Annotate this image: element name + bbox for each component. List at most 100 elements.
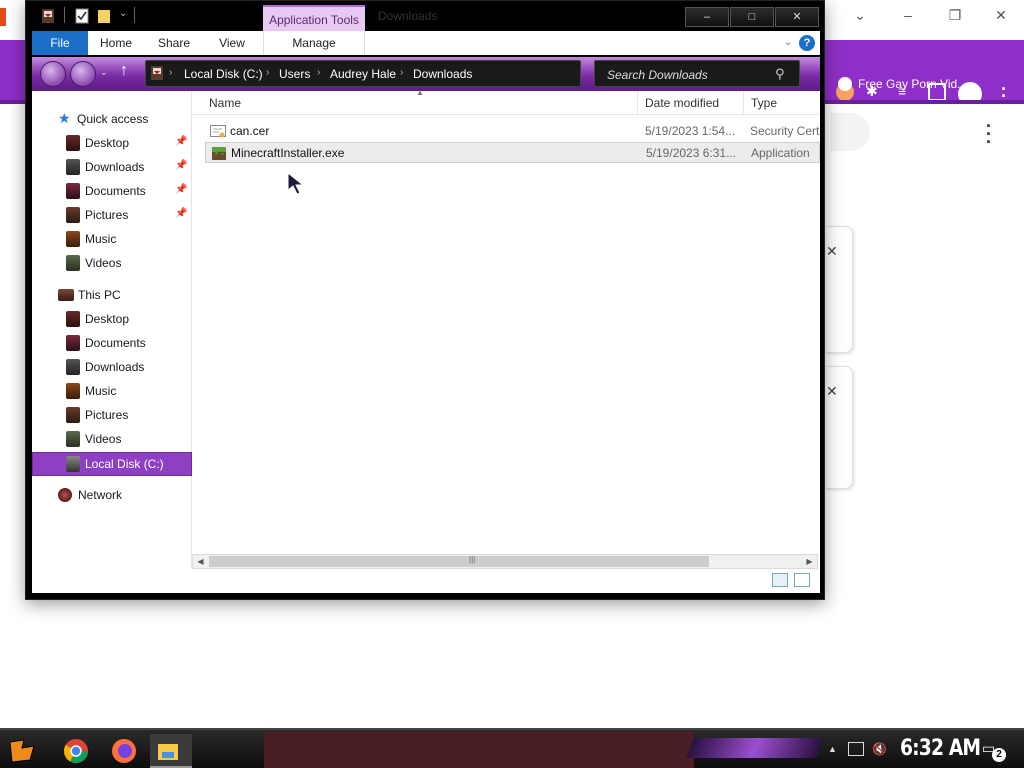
column-header-name[interactable]: Name	[202, 91, 638, 115]
path-segment[interactable]: Local Disk (C:)	[184, 67, 263, 81]
bookmark-label: Free Gay Porn Vid...	[858, 77, 968, 91]
grip-icon: |||	[469, 555, 476, 564]
nav-pc-downloads[interactable]: Downloads	[32, 356, 192, 378]
browser-restore-button[interactable]: ❐	[940, 4, 970, 26]
file-name: MinecraftInstaller.exe	[231, 146, 345, 160]
file-row-selected[interactable]: MinecraftInstaller.exe 5/19/2023 6:31...…	[205, 142, 820, 163]
search-icon[interactable]: ⚲	[775, 66, 785, 82]
nav-quick-pictures[interactable]: Pictures 📌	[32, 204, 192, 226]
file-row[interactable]: can.cer 5/19/2023 1:54... Security Certi…	[205, 121, 820, 142]
page-menu-icon[interactable]: · · ·	[986, 117, 992, 151]
address-bar[interactable]: › Local Disk (C:) › Users › Audrey Hale …	[145, 60, 581, 87]
desktop-icon	[66, 311, 80, 327]
notification-center-button[interactable]: ▭ 2	[982, 740, 1006, 762]
nav-network[interactable]: Network	[32, 484, 192, 506]
chrome-taskbar-button[interactable]	[58, 734, 94, 768]
drive-icon	[66, 456, 80, 472]
scroll-right-icon[interactable]: ▶	[802, 555, 817, 568]
path-segment[interactable]: Audrey Hale	[330, 67, 396, 81]
tab-file[interactable]: File	[32, 31, 88, 55]
qat-customize-icon[interactable]: ⌄	[119, 8, 127, 19]
network-icon	[58, 488, 72, 502]
nav-local-disk[interactable]: Local Disk (C:)	[32, 452, 192, 476]
nav-label: Local Disk (C:)	[85, 457, 164, 471]
close-button[interactable]: ✕	[775, 7, 819, 27]
browser-tab-edge[interactable]	[0, 8, 6, 26]
browser-tab-dropdown-icon[interactable]: ⌄	[845, 4, 875, 26]
minecraft-icon	[212, 147, 226, 160]
file-list: ▲ Name Date modified Type can.cer 5/19/2…	[192, 88, 820, 569]
scroll-left-icon[interactable]: ◀	[193, 555, 208, 568]
nav-this-pc[interactable]: This PC	[32, 284, 192, 306]
nav-quick-desktop[interactable]: Desktop 📌	[32, 132, 192, 154]
tab-view[interactable]: View	[212, 31, 252, 55]
properties-icon[interactable]	[75, 8, 89, 24]
nav-label: Downloads	[85, 360, 145, 374]
nav-label: Pictures	[85, 208, 129, 222]
bookmark-item[interactable]: Free Gay Porn Vid...	[838, 77, 967, 91]
new-folder-icon[interactable]	[97, 8, 111, 24]
pin-icon[interactable]: 📌	[175, 184, 187, 195]
up-arrow-icon[interactable]: ↑	[120, 62, 128, 80]
nav-quick-videos[interactable]: Videos	[32, 252, 192, 274]
file-explorer-taskbar-button[interactable]	[150, 734, 192, 768]
nav-label: This PC	[78, 288, 121, 302]
path-separator-icon: ›	[266, 67, 270, 78]
volume-muted-icon[interactable]: 🔇	[872, 742, 888, 756]
column-header-date[interactable]: Date modified	[638, 91, 744, 115]
nav-label: Music	[85, 384, 117, 398]
back-button[interactable]	[40, 61, 66, 87]
page-search-box[interactable]	[830, 113, 870, 151]
details-view-icon[interactable]	[772, 573, 788, 587]
pin-icon[interactable]: 📌	[175, 208, 187, 219]
nav-pc-music[interactable]: Music	[32, 380, 192, 402]
nav-pc-videos[interactable]: Videos	[32, 428, 192, 450]
nav-quick-downloads[interactable]: Downloads 📌	[32, 156, 192, 178]
taskbar: ▲ 🔇 6:32 AM ▭ 2	[0, 728, 1024, 768]
file-date: 5/19/2023 1:54...	[645, 124, 736, 138]
browser-minimize-button[interactable]: –	[893, 4, 923, 26]
scrollbar-thumb[interactable]: |||	[209, 555, 709, 567]
file-name: can.cer	[230, 124, 270, 138]
browser-close-button[interactable]: ✕	[986, 4, 1016, 26]
tab-manage[interactable]: Manage	[263, 31, 365, 55]
nav-pc-desktop[interactable]: Desktop	[32, 308, 192, 330]
minimize-button[interactable]: –	[685, 7, 729, 27]
navigation-bar: ⌄ ↑ › Local Disk (C:) › Users › Audrey H…	[32, 57, 820, 91]
nav-quick-access[interactable]: ★ Quick access	[32, 108, 192, 130]
nav-label: Quick access	[77, 112, 149, 126]
search-box[interactable]: Search Downloads ⚲	[594, 60, 800, 87]
forward-button[interactable]	[70, 61, 96, 87]
start-button[interactable]	[4, 734, 40, 768]
window-titlebar[interactable]: ⌄ Application Tools Downloads – □ ✕	[26, 1, 824, 33]
help-button[interactable]: ?	[799, 35, 815, 51]
path-segment[interactable]: Downloads	[413, 67, 472, 81]
tab-share[interactable]: Share	[152, 31, 196, 55]
recent-locations-icon[interactable]: ⌄	[100, 67, 108, 78]
maximize-button[interactable]: □	[730, 7, 774, 27]
pin-icon[interactable]: 📌	[175, 160, 187, 171]
tab-home[interactable]: Home	[94, 31, 138, 55]
firefox-taskbar-button[interactable]	[106, 734, 142, 768]
search-placeholder: Search Downloads	[607, 68, 708, 82]
horizontal-scrollbar[interactable]: ◀ ||| ▶	[192, 554, 818, 569]
column-header-type[interactable]: Type	[744, 91, 820, 115]
application-tools-tab-label: Application Tools	[263, 5, 365, 33]
nav-quick-documents[interactable]: Documents 📌	[32, 180, 192, 202]
path-segment[interactable]: Users	[279, 67, 310, 81]
card-close-icon[interactable]: ✕	[826, 243, 838, 260]
network-tray-icon[interactable]	[848, 742, 864, 756]
taskbar-clock[interactable]: 6:32 AM	[900, 736, 981, 761]
expand-ribbon-icon[interactable]: ⌄	[784, 37, 792, 48]
card-close-icon[interactable]: ✕	[826, 383, 838, 400]
start-logo-icon	[9, 739, 35, 763]
explorer-app-icon[interactable]	[41, 8, 55, 24]
large-icons-view-icon[interactable]	[794, 573, 810, 587]
nav-pc-documents[interactable]: Documents	[32, 332, 192, 354]
pin-icon[interactable]: 📌	[175, 136, 187, 147]
tray-overflow-icon[interactable]: ▲	[828, 744, 837, 754]
browser-reload-icon[interactable]	[6, 118, 24, 136]
nav-quick-music[interactable]: Music	[32, 228, 192, 250]
videos-icon	[66, 255, 80, 271]
nav-pc-pictures[interactable]: Pictures	[32, 404, 192, 426]
